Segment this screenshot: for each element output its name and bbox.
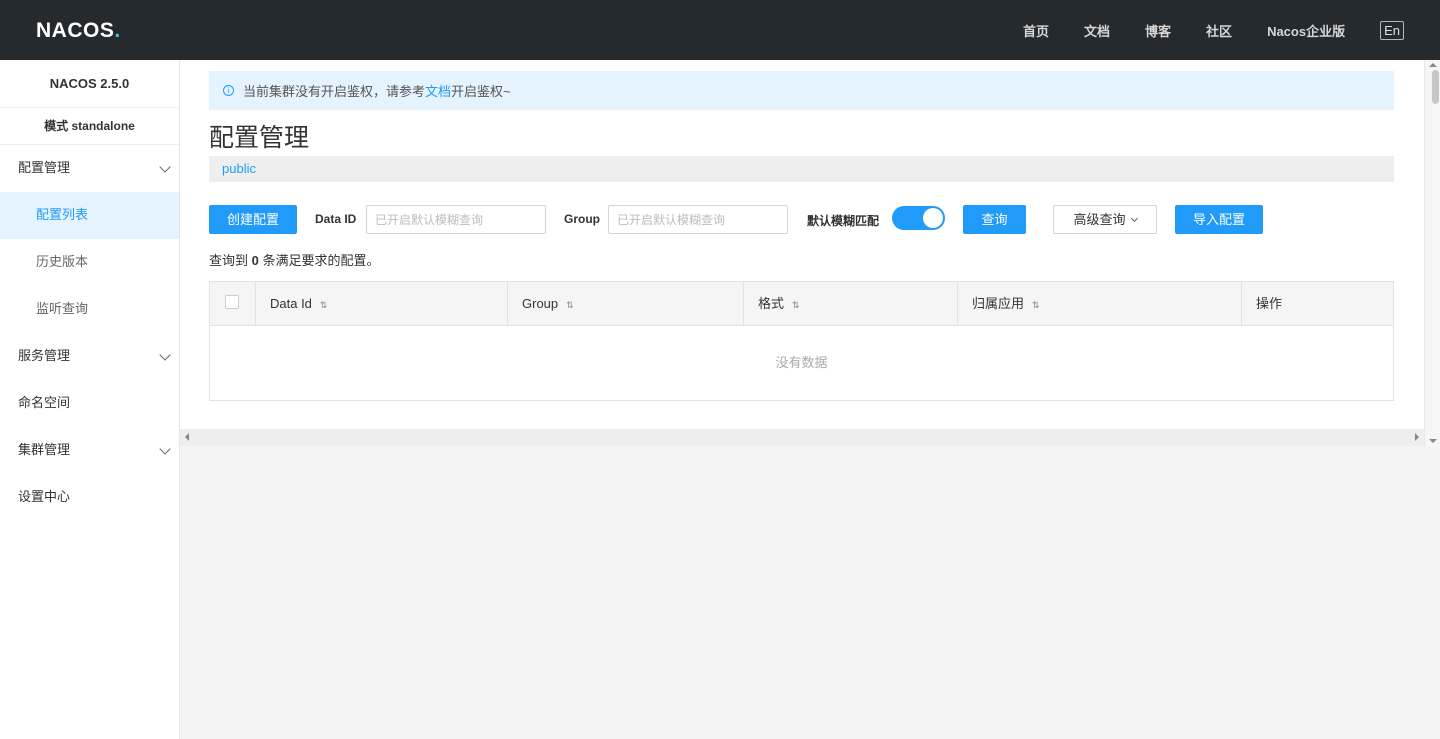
sort-icon[interactable]: ⇅ [566, 300, 574, 310]
scroll-right-icon[interactable] [1415, 433, 1419, 441]
sidebar-item-label: 设置中心 [18, 489, 71, 504]
sidebar-item-label: 监听查询 [36, 301, 89, 316]
sidebar-item-label: 命名空间 [18, 395, 71, 410]
column-label: 操作 [1256, 296, 1283, 311]
scrollbar-thumb[interactable] [1432, 70, 1439, 104]
group-input[interactable] [608, 205, 788, 234]
column-header-actions: 操作 [1242, 282, 1393, 325]
chevron-down-icon [159, 161, 171, 173]
sidebar-item-history-versions[interactable]: 历史版本 [0, 239, 179, 286]
top-nav-links: 首页 文档 博客 社区 Nacos企业版 En [988, 0, 1404, 60]
sidebar-item-namespace[interactable]: 命名空间 [0, 380, 179, 427]
nacos-logo[interactable]: NACOS. [36, 19, 121, 43]
auth-notice-banner: i 当前集群没有开启鉴权，请参考 文档 开启鉴权~ [209, 71, 1394, 110]
chevron-down-icon [159, 443, 171, 455]
sidebar-item-settings[interactable]: 设置中心 [0, 474, 179, 521]
advanced-query-button[interactable]: 高级查询 [1053, 205, 1157, 234]
sidebar-item-label: 服务管理 [18, 348, 71, 363]
notice-docs-link[interactable]: 文档 [425, 81, 451, 100]
sort-icon[interactable]: ⇅ [792, 300, 800, 310]
sidebar-item-config-management[interactable]: 配置管理 [0, 145, 179, 192]
result-suffix: 条满足要求的配置。 [262, 253, 380, 268]
chevron-down-icon [159, 349, 171, 361]
column-label: 格式 [758, 296, 785, 311]
logo-dot: . [114, 19, 121, 42]
nav-blog-link[interactable]: 博客 [1145, 21, 1171, 40]
column-label: 归属应用 [972, 296, 1025, 311]
mode-label: 模式 standalone [0, 108, 179, 145]
select-all-cell [210, 282, 256, 325]
notice-text-after: 开启鉴权~ [451, 84, 511, 99]
fuzzy-match-label: 默认模糊匹配 [807, 214, 880, 228]
group-label: Group [564, 212, 600, 226]
select-all-checkbox[interactable] [225, 295, 239, 309]
sidebar: NACOS 2.5.0 模式 standalone 配置管理 配置列表 历史版本… [0, 60, 180, 739]
nav-community-link[interactable]: 社区 [1206, 21, 1232, 40]
sort-icon[interactable]: ⇅ [1032, 300, 1040, 310]
sidebar-item-label: 配置管理 [18, 160, 71, 175]
column-header-data-id[interactable]: Data Id ⇅ [256, 282, 508, 325]
scroll-left-icon[interactable] [185, 433, 189, 441]
fuzzy-match-toggle[interactable] [892, 206, 945, 230]
query-toolbar: 创建配置 Data ID Group 默认模糊匹配 查询 高级查询 导入配置 [209, 205, 1394, 234]
sidebar-item-label: 历史版本 [36, 254, 89, 269]
nav-home-link[interactable]: 首页 [1023, 21, 1049, 40]
language-switch-button[interactable]: En [1380, 20, 1404, 40]
info-icon: i [223, 85, 234, 96]
logo-text-prefix: NAC [36, 19, 83, 42]
column-header-group[interactable]: Group ⇅ [508, 282, 744, 325]
sidebar-item-label: 配置列表 [36, 207, 89, 222]
namespace-public-link[interactable]: public [222, 161, 256, 176]
scroll-up-icon[interactable] [1429, 63, 1437, 67]
top-navbar: NACOS. 首页 文档 博客 社区 Nacos企业版 En [0, 0, 1440, 60]
data-id-input[interactable] [366, 205, 546, 234]
version-label: NACOS 2.5.0 [0, 60, 179, 108]
column-label: Data Id [270, 296, 312, 311]
column-header-format[interactable]: 格式 ⇅ [744, 282, 958, 325]
main-content: i 当前集群没有开启鉴权，请参考 文档 开启鉴权~ 配置管理 public 创建配置… [180, 60, 1424, 429]
horizontal-scrollbar[interactable] [180, 429, 1424, 446]
scroll-down-icon[interactable] [1429, 439, 1437, 443]
sort-icon[interactable]: ⇅ [320, 300, 328, 310]
notice-text-before: 当前集群没有开启鉴权，请参考 [243, 84, 426, 99]
sidebar-item-config-list[interactable]: 配置列表 [0, 192, 179, 239]
vertical-scrollbar[interactable] [1424, 60, 1440, 446]
logo-text-o: O [83, 19, 100, 42]
column-header-app[interactable]: 归属应用 ⇅ [958, 282, 1242, 325]
query-button[interactable]: 查询 [963, 205, 1026, 234]
namespace-bar: public [209, 156, 1394, 182]
nav-docs-link[interactable]: 文档 [1084, 21, 1110, 40]
empty-state-text: 没有数据 [775, 355, 828, 370]
create-config-button[interactable]: 创建配置 [209, 205, 297, 234]
sidebar-item-service-management[interactable]: 服务管理 [0, 333, 179, 380]
result-count: 0 [251, 253, 259, 268]
import-config-button[interactable]: 导入配置 [1175, 205, 1263, 234]
config-table: Data Id ⇅ Group ⇅ 格式 ⇅ 归属应用 ⇅ 操作 没有数据 [209, 281, 1394, 401]
column-label: Group [522, 296, 559, 311]
data-id-label: Data ID [315, 212, 357, 226]
toggle-knob [923, 208, 943, 228]
table-header: Data Id ⇅ Group ⇅ 格式 ⇅ 归属应用 ⇅ 操作 [210, 282, 1393, 326]
logo-text-suffix: S [99, 19, 115, 42]
advanced-query-label: 高级查询 [1073, 212, 1126, 227]
sidebar-item-label: 集群管理 [18, 442, 71, 457]
result-prefix: 查询到 [209, 253, 249, 268]
sidebar-item-listener-query[interactable]: 监听查询 [0, 286, 179, 333]
result-summary: 查询到 0 条满足要求的配置。 [209, 250, 380, 269]
sidebar-item-cluster-management[interactable]: 集群管理 [0, 427, 179, 474]
nav-enterprise-link[interactable]: Nacos企业版 [1267, 21, 1345, 40]
page-title: 配置管理 [209, 124, 310, 152]
chevron-down-icon [1130, 214, 1138, 223]
